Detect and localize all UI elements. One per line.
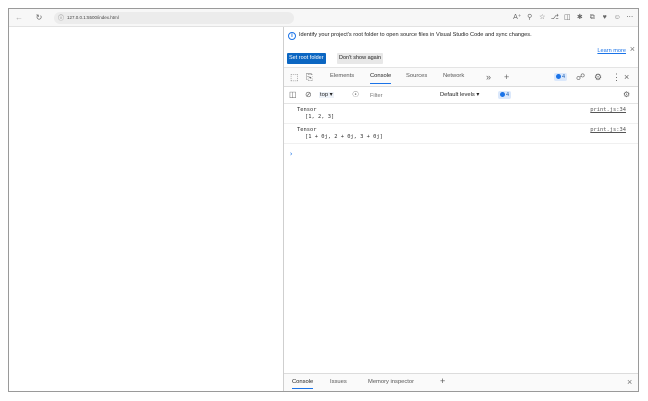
split-screen-icon[interactable]: ◫: [561, 11, 574, 25]
customize-devtools-icon[interactable]: ⋮: [612, 72, 621, 82]
drawer-tab-issues[interactable]: Issues: [330, 379, 347, 385]
learn-more-link[interactable]: Learn more: [597, 48, 626, 54]
devtools-panel: i Identify your project's root folder to…: [283, 27, 638, 391]
console-settings-icon[interactable]: ⚙: [623, 90, 630, 100]
more-icon[interactable]: ⋯: [624, 11, 637, 25]
issues-dot-icon: [500, 92, 505, 98]
issues-count: 4: [506, 92, 510, 98]
collections-icon[interactable]: ⧉: [586, 11, 599, 25]
live-expression-icon[interactable]: ☉: [352, 90, 359, 100]
drawer-tab-console[interactable]: Console: [292, 379, 314, 389]
issues-count: 4: [562, 74, 566, 80]
tab-network[interactable]: Network: [443, 73, 464, 79]
message-title: Tensor: [297, 127, 317, 133]
log-levels-dropdown[interactable]: Default levels ▾: [440, 92, 479, 98]
settings-icon[interactable]: ⚙: [594, 72, 602, 82]
add-tab-icon[interactable]: +: [504, 72, 509, 82]
console-toolbar: ◫ ⊘ top ▾ ☉ Default levels ▾ 4 ⚙: [284, 87, 638, 104]
tab-console[interactable]: Console: [370, 73, 392, 84]
address-url: 127.0.0.1:5500/index.html: [67, 15, 119, 20]
sidebar-toggle-icon[interactable]: ◫: [289, 90, 297, 100]
drawer-tabbar: Console Issues Memory inspector + ×: [284, 373, 638, 391]
message-title: Tensor: [297, 107, 317, 113]
infobar-message: Identify your project's root folder to o…: [299, 32, 532, 38]
tab-elements[interactable]: Elements: [330, 73, 354, 79]
profile-icon[interactable]: ☺: [611, 11, 624, 25]
filter-input[interactable]: [368, 91, 436, 100]
close-icon[interactable]: ×: [630, 44, 635, 54]
favorite-icon[interactable]: ☆: [536, 11, 549, 25]
context-select[interactable]: top ▾: [319, 92, 334, 98]
clear-console-icon[interactable]: ⊘: [305, 90, 312, 100]
console-message: Tensor [1 + 0j, 2 + 0j, 3 + 0j] print.js…: [284, 124, 638, 144]
browser-toolbar-actions: A⁺ ⚲ ☆ ⎇ ◫ ✱ ⧉ ♥ ☺ ⋯: [511, 11, 636, 25]
dont-show-again-button[interactable]: Don't show again: [337, 53, 384, 64]
inspect-element-icon[interactable]: ⬚: [290, 72, 299, 82]
browser-toolbar: ← ↻ ⓘ 127.0.0.1:5500/index.html A⁺ ⚲ ☆ ⎇…: [9, 9, 638, 27]
info-icon: i: [288, 32, 296, 40]
set-root-folder-button[interactable]: Set root folder: [287, 53, 326, 64]
read-aloud-icon[interactable]: A⁺: [511, 11, 524, 25]
add-drawer-tab-icon[interactable]: +: [440, 376, 445, 386]
refresh-icon[interactable]: ↻: [32, 11, 46, 25]
close-drawer-icon[interactable]: ×: [627, 377, 632, 387]
address-bar[interactable]: ⓘ 127.0.0.1:5500/index.html: [54, 11, 294, 24]
more-tabs-icon[interactable]: »: [486, 72, 491, 82]
devtools-tabbar: ⬚ ⎘ Elements Console Sources Network » +…: [284, 68, 638, 87]
browser-window: ← ↻ ⓘ 127.0.0.1:5500/index.html A⁺ ⚲ ☆ ⎇…: [8, 8, 639, 392]
back-icon[interactable]: ←: [12, 11, 26, 25]
console-message: Tensor [1, 2, 3] print.js:34: [284, 104, 638, 124]
close-devtools-icon[interactable]: ×: [624, 72, 629, 82]
console-prompt[interactable]: ›: [289, 150, 293, 158]
source-link[interactable]: print.js:34: [590, 107, 626, 114]
tab-sources[interactable]: Sources: [406, 73, 427, 79]
info-icon[interactable]: ⓘ: [58, 13, 64, 22]
console-issues-badge[interactable]: 4: [498, 91, 512, 99]
drawer-tab-memory-inspector[interactable]: Memory inspector: [368, 379, 414, 385]
message-value: [1 + 0j, 2 + 0j, 3 + 0j]: [305, 134, 383, 140]
console-output: Tensor [1, 2, 3] print.js:34 Tensor [1 +…: [284, 104, 638, 373]
source-link[interactable]: print.js:34: [590, 127, 626, 134]
infobar: i Identify your project's root folder to…: [284, 27, 638, 68]
issues-badge[interactable]: 4: [554, 73, 568, 81]
browser-essentials-icon[interactable]: ♥: [599, 11, 612, 25]
extension-icon[interactable]: ⎇: [549, 11, 562, 25]
favorites-bar-icon[interactable]: ✱: [574, 11, 587, 25]
issues-dot-icon: [556, 74, 561, 80]
connection-icon[interactable]: ☍: [576, 72, 585, 82]
device-toolbar-icon[interactable]: ⎘: [306, 72, 313, 82]
zoom-icon[interactable]: ⚲: [524, 11, 537, 25]
message-value: [1, 2, 3]: [305, 114, 335, 120]
